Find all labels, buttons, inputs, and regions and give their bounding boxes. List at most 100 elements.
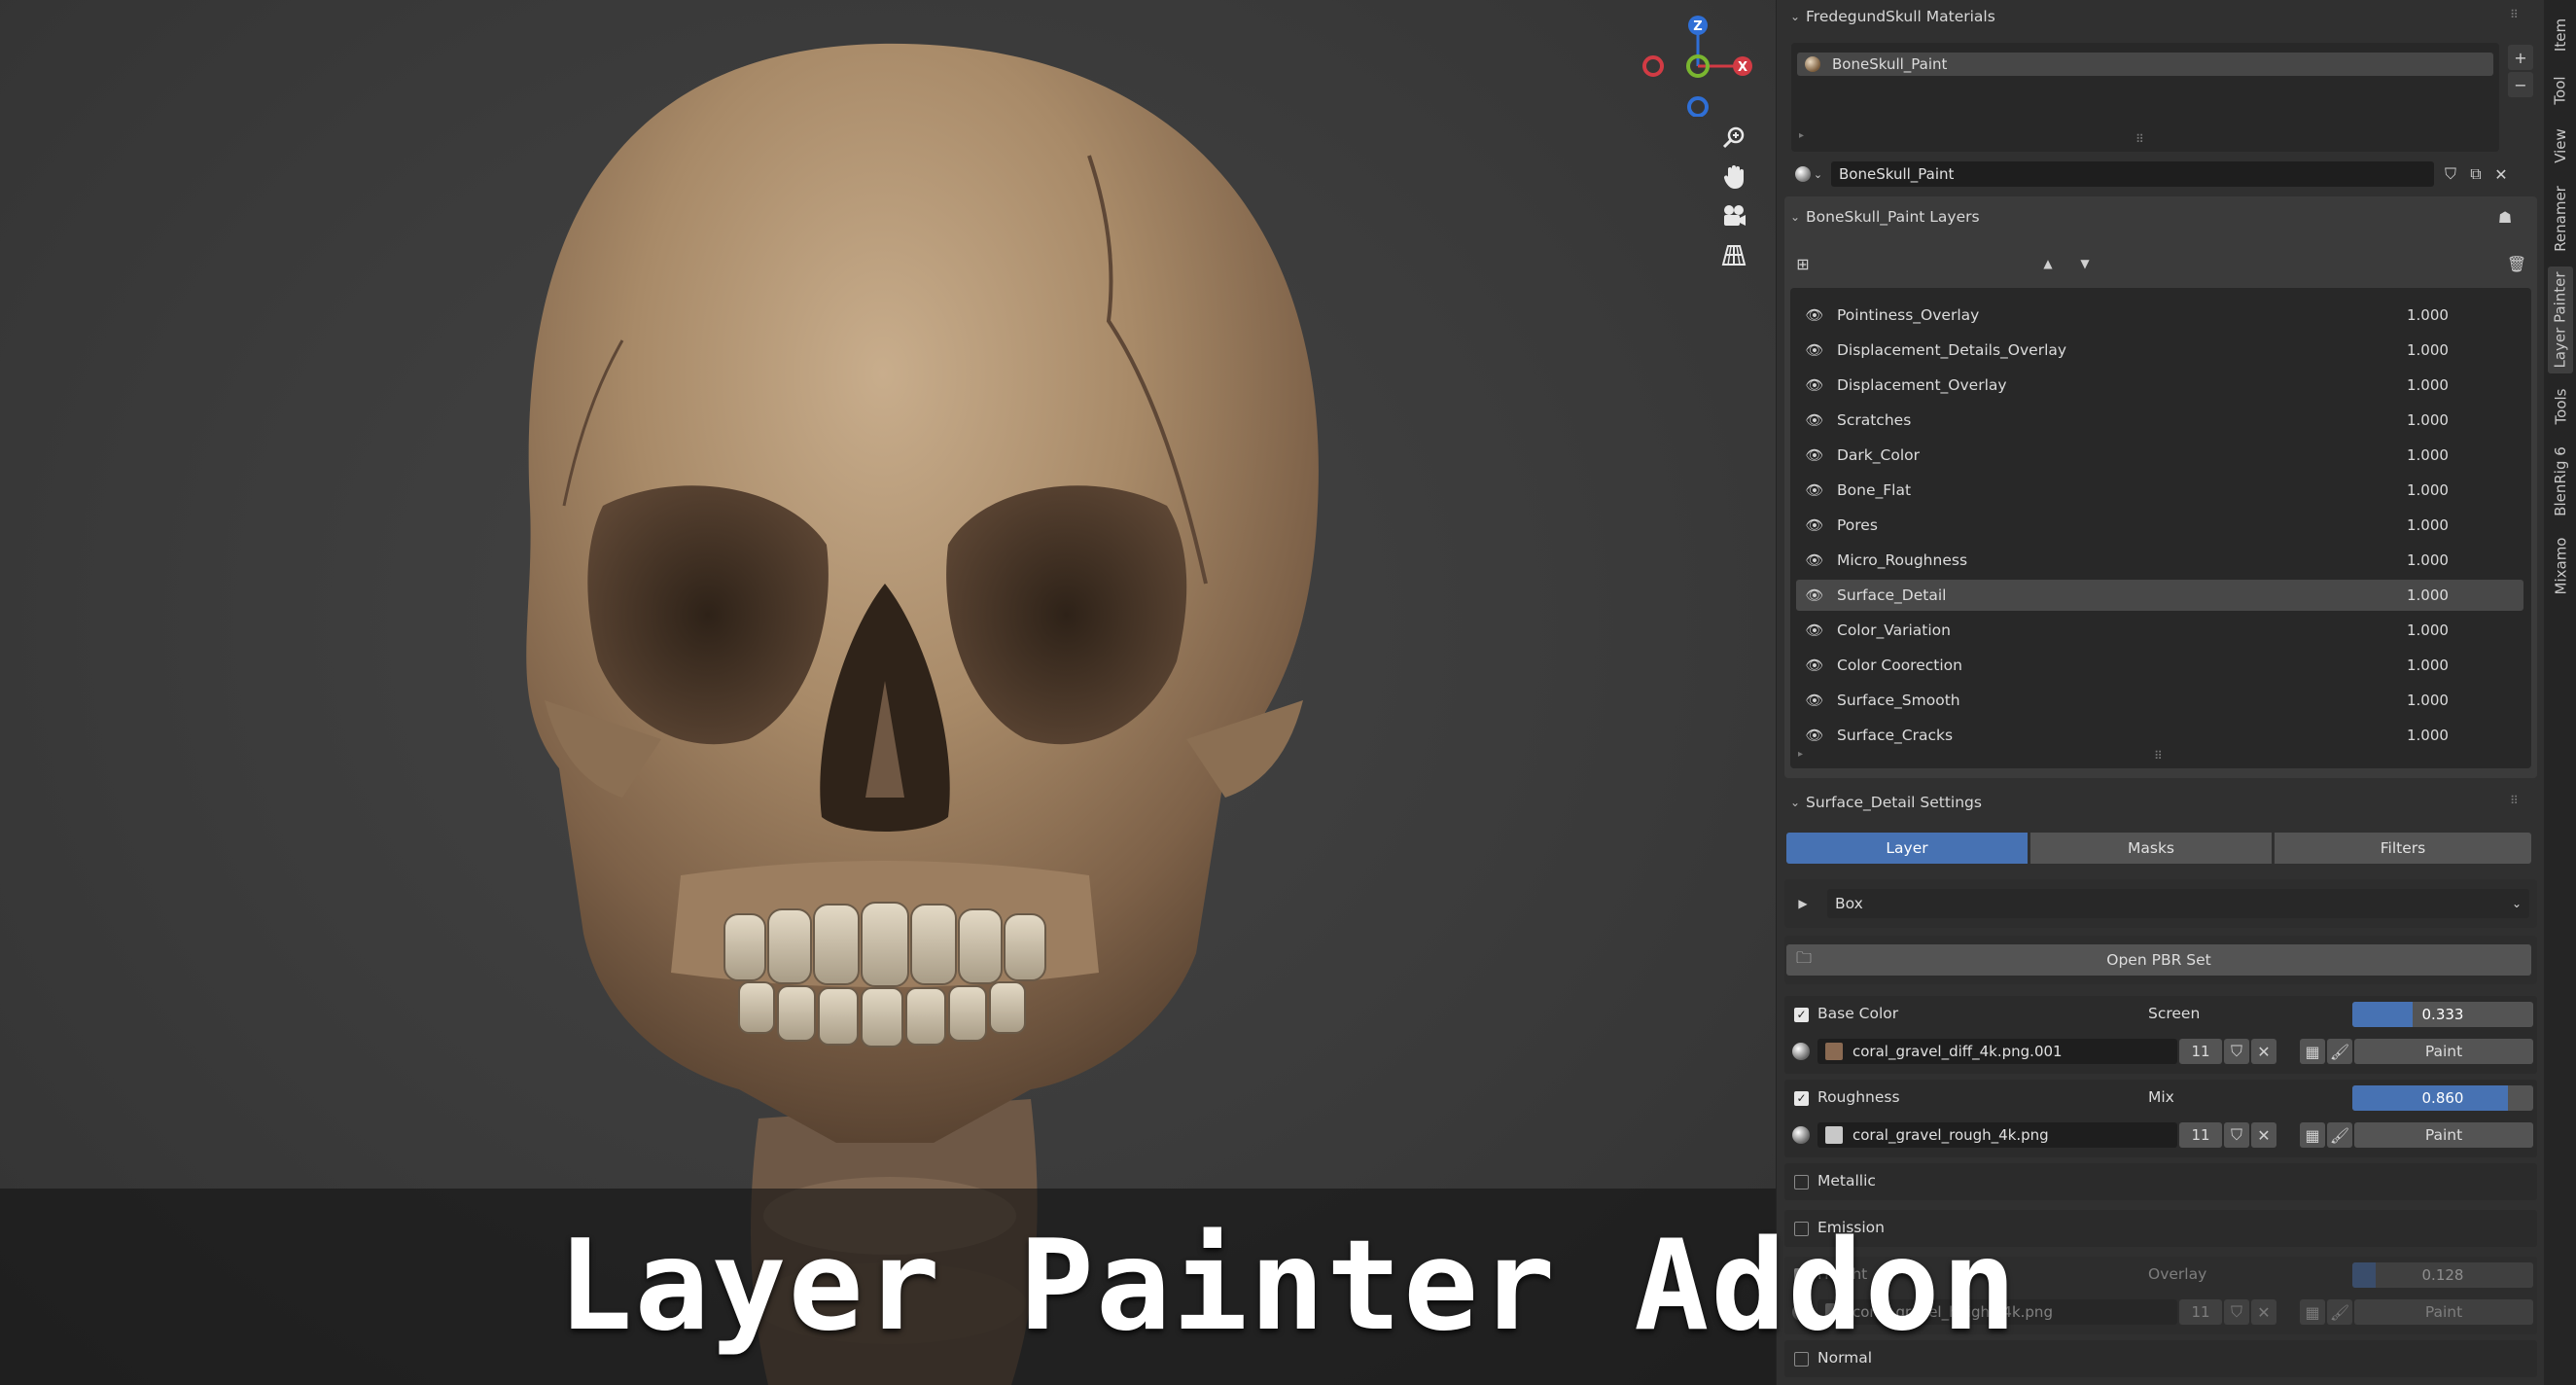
layer-opacity-value[interactable]: 1.000: [2407, 586, 2523, 604]
channel-opacity-slider[interactable]: 0.860: [2352, 1085, 2533, 1111]
brush-paint-icon[interactable]: 🖌: [2327, 1039, 2352, 1064]
channel-enable-checkbox[interactable]: [1794, 1352, 1809, 1367]
texture-sphere-icon[interactable]: [1792, 1043, 1810, 1060]
move-layer-down-icon[interactable]: ▼: [2072, 251, 2098, 276]
layer-row[interactable]: 👁 Color Coorection 1.000: [1796, 650, 2523, 681]
eye-visibility-icon[interactable]: 👁: [1802, 516, 1827, 534]
layers-section-header[interactable]: ⌄ BoneSkull_Paint Layers: [1784, 200, 1980, 233]
move-layer-up-icon[interactable]: ▲: [2035, 251, 2061, 276]
camera-icon[interactable]: [1716, 198, 1751, 233]
delete-layer-icon[interactable]: 🗑: [2504, 251, 2529, 276]
side-tab-mixamo[interactable]: Mixamo: [2548, 531, 2573, 601]
hand-pan-icon[interactable]: [1716, 160, 1751, 195]
channel-enable-checkbox[interactable]: ✓: [1794, 1268, 1809, 1283]
texture-sphere-icon[interactable]: [1792, 1303, 1810, 1321]
texture-users-count[interactable]: 11: [2179, 1039, 2222, 1064]
unlink-texture-icon[interactable]: ✕: [2251, 1122, 2276, 1148]
texture-users-count[interactable]: 11: [2179, 1122, 2222, 1148]
layer-row[interactable]: 👁 Displacement_Overlay 1.000: [1796, 370, 2523, 401]
tab-masks[interactable]: Masks: [2030, 833, 2272, 864]
play-triangle-icon[interactable]: ▶: [1790, 891, 1816, 916]
checker-texture-icon[interactable]: ▦: [2300, 1039, 2325, 1064]
channel-opacity-slider[interactable]: 0.333: [2352, 1002, 2533, 1027]
eye-visibility-icon[interactable]: 👁: [1802, 481, 1827, 499]
fake-user-shield-icon[interactable]: ⛉: [2224, 1122, 2249, 1148]
layer-row[interactable]: 👁 Micro_Roughness 1.000: [1796, 545, 2523, 576]
layer-opacity-value[interactable]: 1.000: [2407, 551, 2523, 569]
projection-dropdown[interactable]: Box ⌄: [1827, 889, 2529, 918]
eye-visibility-icon[interactable]: 👁: [1802, 692, 1827, 709]
side-tab-blenrig-6[interactable]: BlenRig 6: [2548, 440, 2573, 523]
layer-row[interactable]: 👁 Displacement_Details_Overlay 1.000: [1796, 335, 2523, 366]
blend-mode-dropdown[interactable]: Overlay: [2148, 1265, 2206, 1283]
tab-filters[interactable]: Filters: [2275, 833, 2531, 864]
grid-perspective-icon[interactable]: [1716, 237, 1751, 272]
side-tab-layer-painter[interactable]: Layer Painter: [2548, 266, 2573, 373]
texture-name-field[interactable]: coral_gravel_height_4k.png: [1817, 1299, 2177, 1325]
remove-material-button[interactable]: −: [2508, 72, 2533, 97]
layer-opacity-value[interactable]: 1.000: [2407, 306, 2523, 324]
resize-handle-icon[interactable]: ⠿: [2154, 749, 2163, 763]
eye-visibility-icon[interactable]: 👁: [1802, 657, 1827, 674]
fake-user-shield-icon[interactable]: ⛉: [2438, 161, 2463, 187]
eye-visibility-icon[interactable]: 👁: [1802, 411, 1827, 429]
blend-mode-dropdown[interactable]: Screen: [2148, 1005, 2200, 1022]
settings-section-header[interactable]: ⌄ Surface_Detail Settings: [1784, 786, 1982, 819]
side-tab-item[interactable]: Item: [2548, 10, 2573, 60]
texture-name-field[interactable]: coral_gravel_rough_4k.png: [1817, 1122, 2177, 1148]
tab-layer[interactable]: Layer: [1786, 833, 2028, 864]
blend-mode-dropdown[interactable]: Mix: [2148, 1088, 2174, 1106]
drag-handle-icon[interactable]: ⠿: [2510, 794, 2519, 807]
expand-arrow-icon[interactable]: ▸: [1798, 749, 1803, 760]
material-name-field[interactable]: BoneSkull_Paint: [1831, 161, 2434, 187]
unlink-material-icon[interactable]: ✕: [2488, 161, 2514, 187]
drag-handle-icon[interactable]: ⠿: [2510, 8, 2519, 21]
brush-paint-icon[interactable]: 🖌: [2327, 1122, 2352, 1148]
eye-visibility-icon[interactable]: 👁: [1802, 586, 1827, 604]
layer-row[interactable]: 👁 Pointiness_Overlay 1.000: [1796, 300, 2523, 331]
duplicate-material-icon[interactable]: ⧉: [2463, 161, 2488, 187]
layer-opacity-value[interactable]: 1.000: [2407, 376, 2523, 394]
side-tab-renamer[interactable]: Renamer: [2548, 179, 2573, 259]
paint-button[interactable]: Paint: [2354, 1039, 2533, 1064]
layer-opacity-value[interactable]: 1.000: [2407, 621, 2523, 639]
unlink-texture-icon[interactable]: ✕: [2251, 1039, 2276, 1064]
side-tab-tool[interactable]: Tool: [2548, 68, 2573, 113]
layer-row[interactable]: 👁 Dark_Color 1.000: [1796, 440, 2523, 471]
layer-row[interactable]: 👁 Surface_Smooth 1.000: [1796, 685, 2523, 716]
channel-enable-checkbox[interactable]: ✓: [1794, 1091, 1809, 1106]
open-pbr-set-button[interactable]: 🗀 Open PBR Set: [1786, 944, 2531, 976]
fake-user-shield-icon[interactable]: ⛉: [2224, 1299, 2249, 1325]
layer-row[interactable]: 👁 Surface_Cracks 1.000: [1796, 720, 2523, 751]
layer-row[interactable]: 👁 Color_Variation 1.000: [1796, 615, 2523, 646]
layer-row[interactable]: 👁 Surface_Detail 1.000: [1796, 580, 2523, 611]
zoom-icon[interactable]: [1716, 121, 1751, 156]
navigation-gizmo[interactable]: Z X: [1634, 10, 1770, 117]
layers-list[interactable]: 👁 Pointiness_Overlay 1.000 👁 Displacement_De…: [1790, 288, 2531, 768]
add-layer-icon[interactable]: ⊞: [1790, 251, 1816, 276]
channel-enable-checkbox[interactable]: [1794, 1222, 1809, 1236]
texture-sphere-icon[interactable]: [1792, 1126, 1810, 1144]
eye-visibility-icon[interactable]: 👁: [1802, 341, 1827, 359]
materials-section-header[interactable]: ⌄ FredegundSkull Materials: [1784, 0, 1995, 33]
expand-arrow-icon[interactable]: ▸: [1799, 130, 1804, 141]
texture-users-count[interactable]: 11: [2179, 1299, 2222, 1325]
eye-visibility-icon[interactable]: 👁: [1802, 621, 1827, 639]
side-tab-tools[interactable]: Tools: [2548, 381, 2573, 432]
eye-visibility-icon[interactable]: 👁: [1802, 446, 1827, 464]
checker-texture-icon[interactable]: ▦: [2300, 1122, 2325, 1148]
layer-opacity-value[interactable]: 1.000: [2407, 692, 2523, 709]
ghost-icon[interactable]: ☗: [2492, 204, 2518, 230]
checker-texture-icon[interactable]: ▦: [2300, 1299, 2325, 1325]
layer-opacity-value[interactable]: 1.000: [2407, 446, 2523, 464]
layer-opacity-value[interactable]: 1.000: [2407, 727, 2523, 744]
paint-button[interactable]: Paint: [2354, 1122, 2533, 1148]
3d-viewport[interactable]: Z X: [0, 0, 1776, 1385]
brush-paint-icon[interactable]: 🖌: [2327, 1299, 2352, 1325]
eye-visibility-icon[interactable]: 👁: [1802, 306, 1827, 324]
material-slot[interactable]: BoneSkull_Paint: [1797, 53, 2493, 76]
side-tab-view[interactable]: View: [2548, 121, 2573, 171]
unlink-texture-icon[interactable]: ✕: [2251, 1299, 2276, 1325]
eye-visibility-icon[interactable]: 👁: [1802, 551, 1827, 569]
layer-opacity-value[interactable]: 1.000: [2407, 657, 2523, 674]
